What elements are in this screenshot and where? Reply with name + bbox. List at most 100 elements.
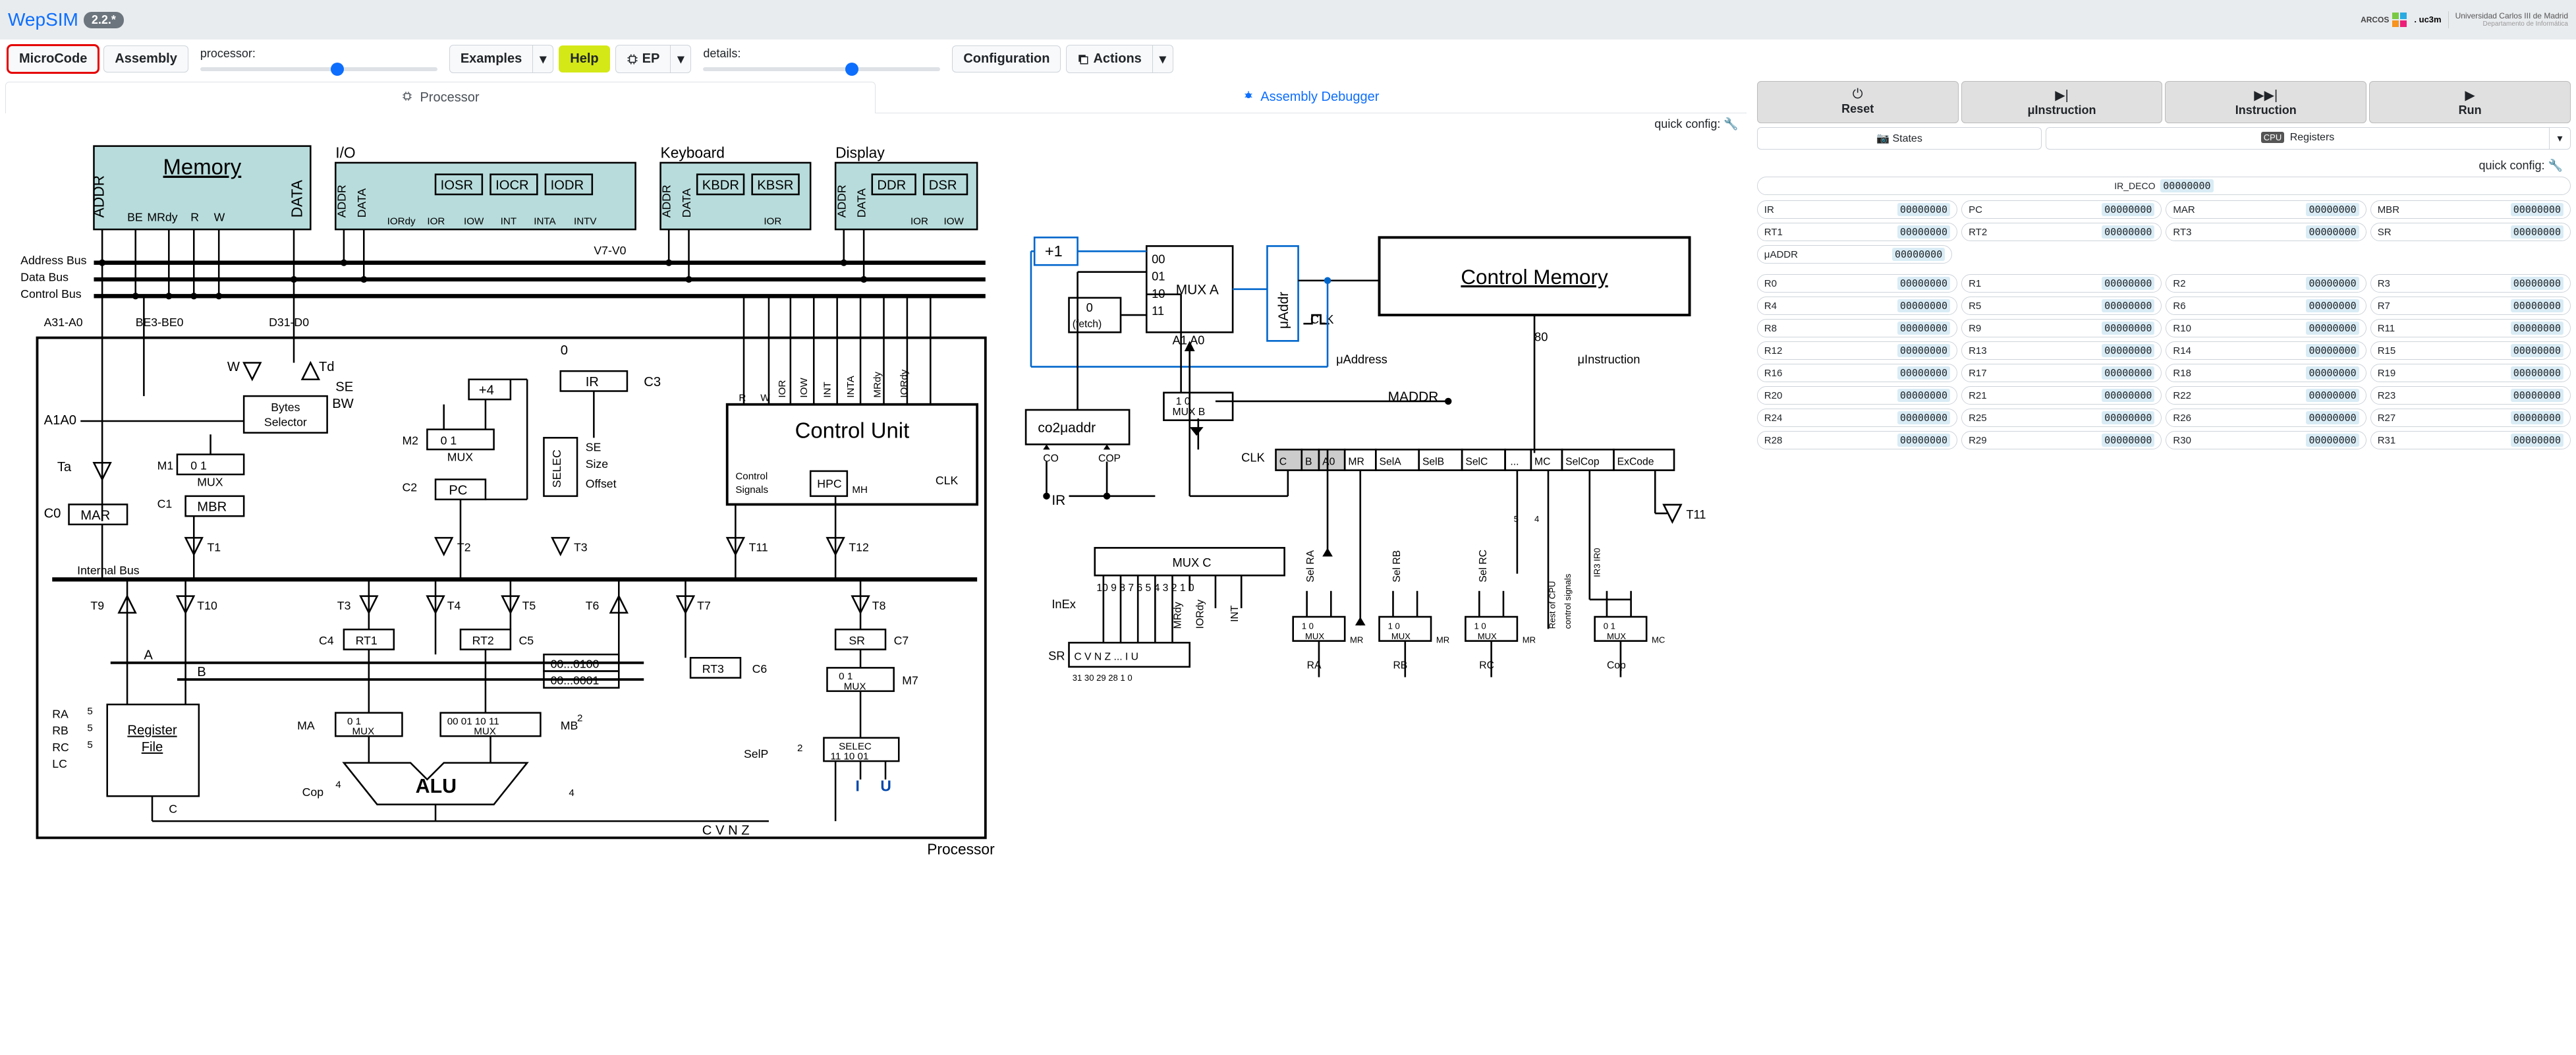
reg-r4[interactable]: R400000000	[1757, 297, 1957, 315]
actions-button[interactable]: Actions	[1066, 45, 1152, 73]
svg-text:0 1: 0 1	[190, 459, 207, 472]
svg-text:Sel RB: Sel RB	[1391, 550, 1403, 583]
cpu-badge: CPU	[2261, 132, 2284, 143]
tab-processor[interactable]: Processor	[5, 82, 876, 113]
reg-r20[interactable]: R2000000000	[1757, 386, 1957, 405]
svg-text:Memory: Memory	[163, 155, 242, 179]
svg-text:MUX: MUX	[352, 726, 375, 737]
reg-r11[interactable]: R1100000000	[2370, 319, 2571, 337]
reg-r28[interactable]: R2800000000	[1757, 431, 1957, 449]
processor-diagram: Memory ADDR BE MRdy R W DATA I/O IOSR IO…	[5, 135, 1747, 857]
reg-r10[interactable]: R1000000000	[2166, 319, 2366, 337]
instruction-button[interactable]: ▶▶| Instruction	[2165, 81, 2366, 123]
uc3m-label: . uc3m	[2414, 14, 2441, 24]
reg-r27[interactable]: R2700000000	[2370, 409, 2571, 427]
svg-text:C2: C2	[402, 480, 417, 494]
svg-text:IOW: IOW	[944, 216, 965, 227]
reg-r13[interactable]: R1300000000	[1961, 341, 2162, 360]
processor-slider[interactable]	[200, 67, 437, 71]
reg-r8[interactable]: R800000000	[1757, 319, 1957, 337]
reg-r23[interactable]: R2300000000	[2370, 386, 2571, 405]
wrench-icon[interactable]: 🔧	[1723, 117, 1738, 130]
svg-text:C4: C4	[319, 634, 334, 647]
reg-rt2[interactable]: RT200000000	[1961, 223, 2162, 241]
reg-r9[interactable]: R900000000	[1961, 319, 2162, 337]
svg-text:DATA: DATA	[355, 188, 368, 218]
svg-text:2: 2	[577, 712, 582, 724]
reg-r18[interactable]: R1800000000	[2166, 364, 2366, 382]
examples-button[interactable]: Examples	[449, 45, 533, 73]
svg-text:1 0: 1 0	[1387, 621, 1399, 631]
svg-text:T1: T1	[207, 540, 221, 554]
reg-r15[interactable]: R1500000000	[2370, 341, 2571, 360]
uinstruction-button[interactable]: ▶| μInstruction	[1961, 81, 2163, 123]
configuration-button[interactable]: Configuration	[952, 45, 1061, 72]
microcode-button[interactable]: MicroCode	[8, 45, 98, 72]
reg-r31[interactable]: R3100000000	[2370, 431, 2571, 449]
reg-mbr[interactable]: MBR00000000	[2370, 200, 2571, 219]
reg-r19[interactable]: R1900000000	[2370, 364, 2571, 382]
reg-rt1[interactable]: RT100000000	[1757, 223, 1957, 241]
states-button[interactable]: States	[1757, 127, 2042, 150]
examples-button-group: Examples	[449, 45, 553, 73]
reset-button[interactable]: ⏻ Reset	[1757, 81, 1959, 123]
ep-dropdown[interactable]	[671, 45, 691, 73]
svg-text:SE: SE	[586, 441, 602, 454]
processor-slider-label: processor:	[200, 47, 437, 61]
reg-r3[interactable]: R300000000	[2370, 274, 2571, 293]
reg-r0[interactable]: R000000000	[1757, 274, 1957, 293]
reg-sr[interactable]: SR00000000	[2370, 223, 2571, 241]
assembly-button[interactable]: Assembly	[103, 45, 188, 72]
reg-pc[interactable]: PC00000000	[1961, 200, 2162, 219]
quick-config-right: quick config: 🔧	[1757, 155, 2571, 177]
svg-text:MUX: MUX	[197, 476, 223, 489]
svg-text:11: 11	[1152, 304, 1164, 318]
fast-forward-icon: ▶▶|	[2168, 87, 2363, 103]
registers-dropdown[interactable]	[2550, 127, 2571, 150]
reg-r2[interactable]: R200000000	[2166, 274, 2366, 293]
ir-deco-row[interactable]: IR_DECO 00000000	[1757, 177, 2571, 195]
svg-text:V7-V0: V7-V0	[594, 244, 626, 257]
tab-assembly-debugger[interactable]: Assembly Debugger	[876, 81, 1746, 113]
university-label: Universidad Carlos III de Madrid Departa…	[2448, 11, 2568, 28]
svg-text:SelB: SelB	[1422, 457, 1444, 468]
registers-button[interactable]: CPU Registers	[2046, 127, 2550, 150]
reg-rt3[interactable]: RT300000000	[2166, 223, 2366, 241]
examples-dropdown[interactable]	[533, 45, 553, 73]
reg-r6[interactable]: R600000000	[2166, 297, 2366, 315]
svg-text:MUX: MUX	[1477, 631, 1496, 641]
svg-text:T12: T12	[849, 540, 868, 554]
svg-text:Sel RC: Sel RC	[1478, 550, 1489, 583]
wrench-icon[interactable]: 🔧	[2548, 159, 2563, 172]
svg-text:W: W	[214, 210, 225, 223]
reg-r24[interactable]: R2400000000	[1757, 409, 1957, 427]
svg-text:MR: MR	[1436, 635, 1449, 644]
reg-r7[interactable]: R700000000	[2370, 297, 2571, 315]
run-button[interactable]: ▶ Run	[2369, 81, 2571, 123]
brand-name: WepSIM	[8, 9, 78, 30]
reg-r25[interactable]: R2500000000	[1961, 409, 2162, 427]
reg-r22[interactable]: R2200000000	[2166, 386, 2366, 405]
version-badge: 2.2.*	[84, 12, 124, 28]
reg-r1[interactable]: R100000000	[1961, 274, 2162, 293]
reg-r26[interactable]: R2600000000	[2166, 409, 2366, 427]
reg-r30[interactable]: R3000000000	[2166, 431, 2366, 449]
actions-dropdown[interactable]	[1153, 45, 1173, 73]
reg-r5[interactable]: R500000000	[1961, 297, 2162, 315]
reg-ir[interactable]: IR00000000	[1757, 200, 1957, 219]
reg-r21[interactable]: R2100000000	[1961, 386, 2162, 405]
reg-mar[interactable]: MAR00000000	[2166, 200, 2366, 219]
svg-text:...: ...	[1510, 457, 1519, 468]
reg-uaddr[interactable]: μADDR00000000	[1757, 245, 1952, 264]
svg-text:MB: MB	[561, 719, 578, 732]
svg-text:Data Bus: Data Bus	[20, 271, 69, 284]
reg-r14[interactable]: R1400000000	[2166, 341, 2366, 360]
reg-r29[interactable]: R2900000000	[1961, 431, 2162, 449]
reg-r17[interactable]: R1700000000	[1961, 364, 2162, 382]
help-button[interactable]: Help	[559, 45, 609, 72]
svg-text:0 1: 0 1	[1603, 621, 1615, 631]
reg-r12[interactable]: R1200000000	[1757, 341, 1957, 360]
details-slider[interactable]	[703, 67, 940, 71]
ep-button[interactable]: EP	[615, 45, 671, 73]
reg-r16[interactable]: R1600000000	[1757, 364, 1957, 382]
